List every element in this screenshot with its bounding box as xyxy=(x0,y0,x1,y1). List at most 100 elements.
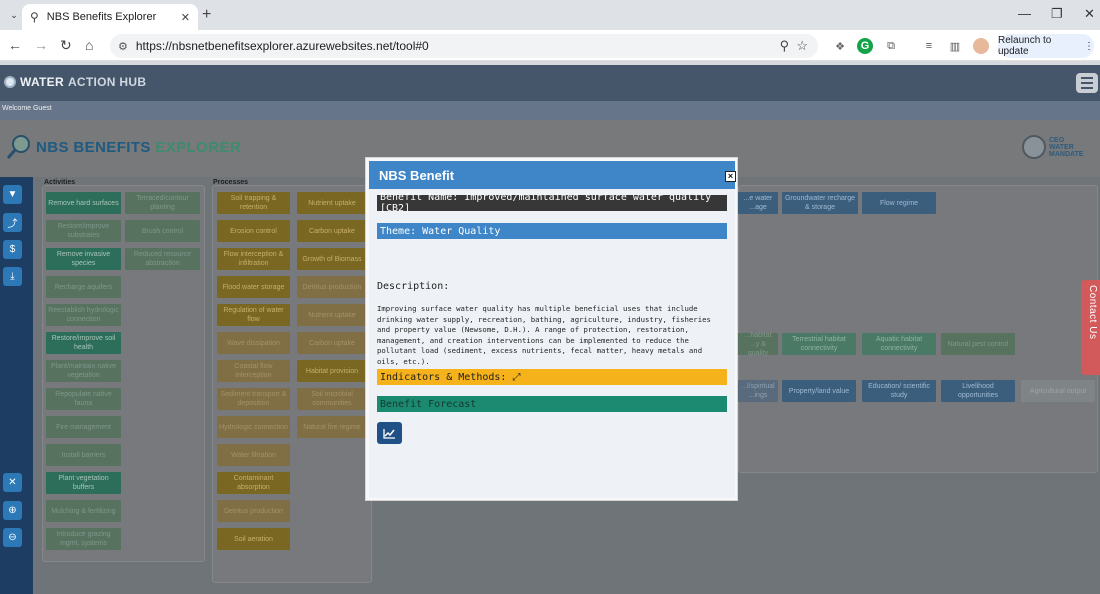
benefit-tile[interactable]: ...l/spiritual ...ings xyxy=(738,380,778,402)
process-tile[interactable]: Wave dissipation xyxy=(217,332,290,354)
process-tile[interactable]: Flow interception & infiltration xyxy=(217,248,290,270)
process-tile[interactable]: Natural fire regime xyxy=(297,416,367,438)
tab-search-chevron-icon[interactable]: ⌄ xyxy=(6,7,22,23)
address-bar[interactable]: ⚙ https://nbsnetbenefitsexplorer.azurewe… xyxy=(110,34,818,58)
activity-tile[interactable]: Introduce grazing mgmt. systems xyxy=(46,528,121,550)
process-tile[interactable]: Water filtration xyxy=(217,444,290,466)
activity-tile[interactable]: Restore/improve substrates xyxy=(46,220,121,242)
title-part-2: EXPLORER xyxy=(155,139,242,156)
expand-icon[interactable]: ✕ xyxy=(3,473,22,492)
process-tile[interactable]: Coastal flow interception xyxy=(217,360,290,382)
process-tile[interactable]: Regulation of water flow xyxy=(217,304,290,326)
profile-avatar[interactable] xyxy=(973,38,989,54)
dollar-icon[interactable]: $ xyxy=(3,240,22,259)
benefit-tile[interactable]: Education/ scientific study xyxy=(862,380,936,402)
benefit-tile[interactable]: ...habitat ...y & quality xyxy=(738,332,778,357)
minimize-icon[interactable]: — xyxy=(1018,6,1031,21)
process-tile[interactable]: Hydrologic connection xyxy=(217,416,290,438)
back-icon[interactable]: ← xyxy=(8,37,22,53)
reload-icon[interactable]: ↻ xyxy=(60,37,72,54)
process-tile[interactable]: Detritus production xyxy=(297,276,367,298)
filter-icon[interactable]: ▼ xyxy=(3,185,22,204)
processes-panel xyxy=(212,185,372,583)
activity-tile[interactable]: Remove invasive species xyxy=(46,248,121,270)
welcome-bar: Welcome Guest xyxy=(0,101,1100,120)
activities-label: Activities xyxy=(44,179,76,186)
indicators-methods-bar[interactable]: Indicators & Methods: ⤢ xyxy=(377,369,727,385)
page-title: NBS BENEFITS EXPLORER xyxy=(36,139,241,156)
benefit-tile[interactable]: Agricultural output xyxy=(1021,380,1095,402)
benefit-tile[interactable]: Flow regime xyxy=(862,192,936,214)
activity-tile[interactable]: Repopulate native fauna xyxy=(46,388,121,410)
process-tile[interactable]: Soil microbial communities xyxy=(297,388,367,410)
window-close-icon[interactable]: ✕ xyxy=(1084,6,1095,22)
benefit-tile[interactable]: ...e water ...age xyxy=(738,192,778,214)
home-icon[interactable]: ⌂ xyxy=(85,37,93,53)
process-tile[interactable]: Detritus production xyxy=(217,500,290,522)
activity-tile[interactable]: Restore/improve soil health xyxy=(46,332,121,354)
process-tile[interactable]: Nutrient uptake xyxy=(297,304,367,326)
hamburger-menu-icon[interactable] xyxy=(1076,73,1098,93)
benefit-forecast-bar: Benefit Forecast xyxy=(377,396,727,412)
benefit-tile[interactable]: Livelihood opportunities xyxy=(941,380,1015,402)
site-info-icon[interactable]: ⚙ xyxy=(118,40,128,53)
activity-tile[interactable]: Install barriers xyxy=(46,444,121,466)
activity-tile[interactable]: Terraced/contour planting xyxy=(125,192,200,214)
relaunch-button[interactable]: Relaunch to update ⋮ xyxy=(998,34,1094,58)
hub-header: WATER ACTION HUB xyxy=(0,65,1100,101)
modal-close-icon[interactable]: × xyxy=(725,171,736,182)
benefit-tile[interactable]: Groundwater recharge & storage xyxy=(782,192,858,214)
forward-icon[interactable]: → xyxy=(34,37,48,53)
process-tile[interactable]: Erosion control xyxy=(217,220,290,242)
process-tile[interactable]: Soil trapping & retention xyxy=(217,192,290,214)
process-tile[interactable]: Carbon uptake xyxy=(297,332,367,354)
process-tile[interactable]: Habitat provision xyxy=(297,360,367,382)
un-globe-icon xyxy=(1022,135,1046,159)
zoom-in-icon[interactable]: ⊕ xyxy=(3,501,22,520)
side-panel-icon[interactable]: ▥ xyxy=(947,38,963,54)
reading-list-icon[interactable]: ≡ xyxy=(921,38,937,54)
process-tile[interactable]: Contaminant absorption xyxy=(217,472,290,494)
restore-icon[interactable]: ❐ xyxy=(1051,6,1063,22)
hub-logo[interactable]: WATER ACTION HUB xyxy=(4,75,146,89)
relaunch-label: Relaunch to update xyxy=(998,35,1052,57)
activity-tile[interactable]: Reduced resource abstraction xyxy=(125,248,200,270)
new-tab-icon[interactable]: + xyxy=(202,6,211,24)
benefit-tile[interactable]: Property/land value xyxy=(782,380,856,402)
globe-logo-icon xyxy=(4,76,16,88)
activity-tile[interactable]: Remove hard surfaces xyxy=(46,192,121,214)
download-icon[interactable]: ⤓ xyxy=(3,267,22,286)
zoom-out-icon[interactable]: ⊖ xyxy=(3,528,22,547)
activity-tile[interactable]: Reestablish hydrologic connection xyxy=(46,304,121,326)
modal-header: NBS Benefit × xyxy=(369,161,736,189)
zoom-bookmark-icons[interactable]: ⚲ ☆ xyxy=(780,38,808,54)
activity-tile[interactable]: Recharge aquifers xyxy=(46,276,121,298)
extension-dropbox-icon[interactable]: ❖ xyxy=(832,38,848,54)
process-tile[interactable]: Nutrient uptake xyxy=(297,192,367,214)
process-tile[interactable]: Growth of Biomass xyxy=(297,248,367,270)
activity-tile[interactable]: Plant vegetation buffers xyxy=(46,472,121,494)
modal-body: Benefit Name: Improved/maintained surfac… xyxy=(369,189,735,498)
activity-tile[interactable]: Fire management xyxy=(46,416,121,438)
process-tile[interactable]: Carbon uptake xyxy=(297,220,367,242)
chart-icon[interactable]: ⤴ xyxy=(3,213,22,232)
process-tile[interactable]: Flood water storage xyxy=(217,276,290,298)
extension-grammarly-icon[interactable]: G xyxy=(857,38,873,54)
browser-toolbar: ← → ↻ ⌂ ⚙ https://nbsnetbenefitsexplorer… xyxy=(0,30,1100,61)
activity-tile[interactable]: Plant/maintain native vegetation xyxy=(46,360,121,382)
tab-close-icon[interactable]: ✕ xyxy=(181,11,190,24)
browser-tab[interactable]: ⚲ NBS Benefits Explorer ✕ xyxy=(22,4,198,30)
activity-tile[interactable]: Mulching & fertilizing xyxy=(46,500,121,522)
benefits-panel xyxy=(738,185,1098,473)
forecast-chart-button[interactable] xyxy=(377,422,402,444)
line-chart-icon xyxy=(383,428,395,439)
ceo-line-1: CEO xyxy=(1049,136,1065,144)
theme-bar: Theme: Water Quality xyxy=(377,223,727,239)
extensions-puzzle-icon[interactable]: ⧉ xyxy=(883,38,899,54)
activity-tile[interactable]: Brush control xyxy=(125,220,200,242)
process-tile[interactable]: Sediment transport & deposition xyxy=(217,388,290,410)
benefit-tile[interactable]: Terrestrial habitat connectivity xyxy=(782,333,856,355)
benefit-tile[interactable]: Natural pest control xyxy=(941,333,1015,355)
process-tile[interactable]: Soil aeration xyxy=(217,528,290,550)
benefit-tile[interactable]: Aquatic habitat connectivity xyxy=(862,333,936,355)
